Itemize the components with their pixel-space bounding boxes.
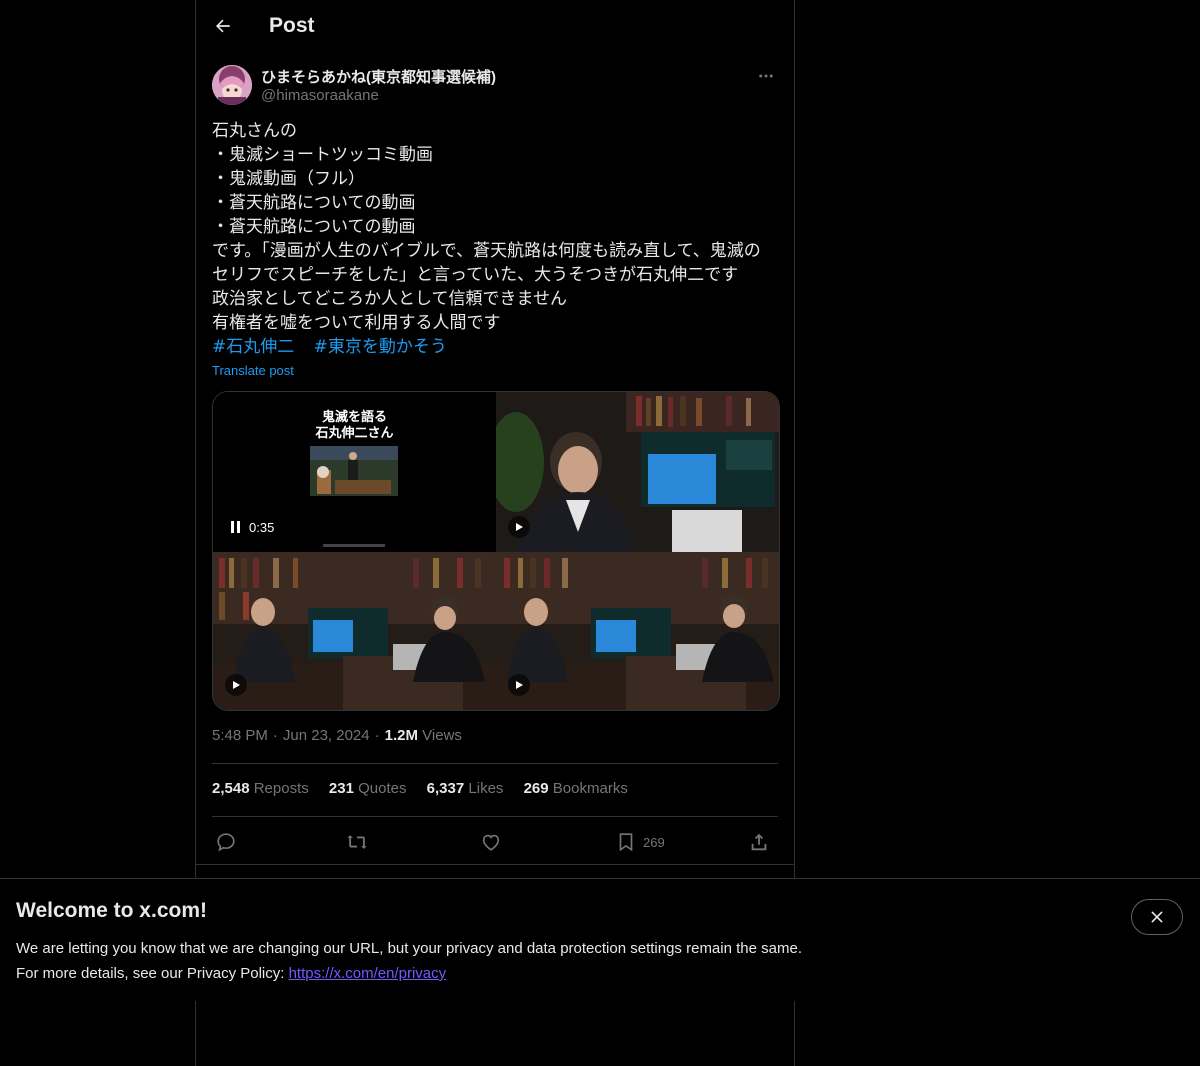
repost-button[interactable] bbox=[346, 828, 368, 856]
back-button[interactable] bbox=[206, 9, 240, 43]
pause-icon bbox=[231, 521, 240, 533]
welcome-banner: Welcome to x.com! We are letting you kno… bbox=[0, 878, 1200, 1001]
banner-title: Welcome to x.com! bbox=[16, 899, 207, 922]
page-header: Post bbox=[196, 0, 794, 54]
author-handle[interactable]: @himasoraakane bbox=[261, 87, 379, 104]
page-title: Post bbox=[269, 14, 315, 37]
likes-stat[interactable]: 6,337 Likes bbox=[427, 780, 504, 797]
more-icon bbox=[759, 74, 773, 78]
video-title: 鬼滅を語る 石丸伸二さん bbox=[213, 410, 496, 442]
post-meta: 5:48 PM · Jun 23, 2024 · 1.2M Views bbox=[212, 727, 462, 744]
like-button[interactable] bbox=[480, 828, 502, 856]
post-text: 石丸さんの ・鬼滅ショートツッコミ動画 ・鬼滅動画（フル） ・蒼天航路についての… bbox=[212, 119, 778, 335]
views-count: 1.2M bbox=[384, 727, 418, 744]
author-name[interactable]: ひまそらあかね(東京都知事選候補) bbox=[261, 66, 496, 87]
more-button[interactable] bbox=[754, 64, 778, 88]
reposts-stat[interactable]: 2,548 Reposts bbox=[212, 780, 309, 797]
post-text-line: です。「漫画が人生のバイブルで、蒼天航路は何度も読み直して、鬼滅の bbox=[212, 241, 761, 261]
post-text-line: 政治家としてどころか人として信頼できません bbox=[212, 289, 567, 309]
avatar[interactable] bbox=[212, 65, 252, 105]
close-banner-button[interactable] bbox=[1131, 899, 1183, 935]
post-text-line: 有権者を嘘をついて利用する人間です bbox=[212, 313, 501, 333]
repost-icon bbox=[347, 835, 367, 849]
video-title-line: 石丸伸二さん bbox=[315, 426, 394, 441]
back-arrow-icon bbox=[216, 19, 230, 33]
bookmarks-count: 269 bbox=[523, 780, 549, 797]
post-text-line: ・蒼天航路についての動画 bbox=[212, 217, 416, 237]
video-play-button[interactable] bbox=[225, 674, 247, 696]
hashtag-link[interactable]: #石丸伸二 bbox=[212, 337, 294, 357]
video-play-button[interactable] bbox=[508, 516, 530, 538]
quotes-stat[interactable]: 231 Quotes bbox=[329, 780, 407, 797]
video-play-button[interactable] bbox=[508, 674, 530, 696]
post-text-line: 石丸さんの bbox=[212, 121, 297, 141]
bookmarks-label: Bookmarks bbox=[552, 780, 628, 797]
reply-icon bbox=[217, 833, 235, 852]
likes-count: 6,337 bbox=[426, 780, 465, 797]
media-grid: 鬼滅を語る 石丸伸二さん 0:35 bbox=[212, 391, 780, 711]
divider bbox=[196, 864, 794, 865]
views-label: Views bbox=[422, 727, 462, 744]
play-icon bbox=[233, 681, 240, 689]
post-stats: 2,548 Reposts 231 Quotes 6,337 Likes 269… bbox=[212, 780, 644, 797]
post-text-line: ・鬼滅ショートツッコミ動画 bbox=[212, 145, 433, 165]
video-thumbnail-1[interactable]: 鬼滅を語る 石丸伸二さん 0:35 bbox=[213, 392, 496, 552]
post-text-line: ・鬼滅動画（フル） bbox=[212, 169, 365, 189]
video-pause-control[interactable]: 0:35 bbox=[225, 516, 281, 538]
banner-body: We are letting you know that we are chan… bbox=[16, 936, 802, 986]
bookmark-icon bbox=[619, 833, 633, 852]
bookmarks-stat[interactable]: 269 Bookmarks bbox=[524, 780, 628, 797]
post-text-line: セリフでスピーチをした」と言っていた、大うそつきが石丸伸二です bbox=[212, 265, 739, 285]
divider bbox=[212, 763, 778, 764]
likes-label: Likes bbox=[468, 780, 504, 797]
share-icon bbox=[751, 833, 767, 851]
reposts-count: 2,548 bbox=[212, 780, 250, 797]
reply-button[interactable] bbox=[215, 828, 237, 856]
video-title-line: 鬼滅を語る bbox=[321, 410, 387, 425]
like-icon bbox=[482, 834, 500, 851]
close-icon bbox=[1151, 911, 1163, 923]
post-text-line: ・蒼天航路についての動画 bbox=[212, 193, 416, 213]
action-bar: 269 bbox=[212, 828, 778, 856]
quotes-count: 231 bbox=[328, 780, 354, 797]
quotes-label: Quotes bbox=[358, 780, 407, 797]
share-button[interactable] bbox=[748, 828, 770, 856]
video-thumbnail-3[interactable] bbox=[213, 552, 496, 710]
post-date[interactable]: Jun 23, 2024 bbox=[283, 727, 370, 744]
bookmark-button[interactable]: 269 bbox=[615, 828, 665, 856]
video-duration: 0:35 bbox=[249, 519, 275, 535]
video-thumbnail-2[interactable] bbox=[496, 392, 779, 552]
privacy-policy-link[interactable]: https://x.com/en/privacy bbox=[289, 965, 447, 982]
post-time[interactable]: 5:48 PM bbox=[212, 727, 268, 744]
video-thumbnail-4[interactable] bbox=[496, 552, 779, 710]
hashtag-link[interactable]: #東京を動かそう bbox=[314, 337, 447, 357]
hashtags: #石丸伸二 #東京を動かそう bbox=[212, 335, 461, 359]
post-author: ひまそらあかね(東京都知事選候補) @himasoraakane bbox=[212, 64, 778, 108]
play-icon bbox=[516, 681, 523, 689]
divider bbox=[212, 816, 778, 817]
translate-post-link[interactable]: Translate post bbox=[212, 363, 294, 378]
play-icon bbox=[516, 523, 523, 531]
banner-text: For more details, see our Privacy Policy… bbox=[16, 965, 289, 982]
bookmark-count: 269 bbox=[643, 834, 665, 850]
banner-text: We are letting you know that we are chan… bbox=[16, 940, 802, 957]
reposts-label: Reposts bbox=[253, 780, 309, 797]
